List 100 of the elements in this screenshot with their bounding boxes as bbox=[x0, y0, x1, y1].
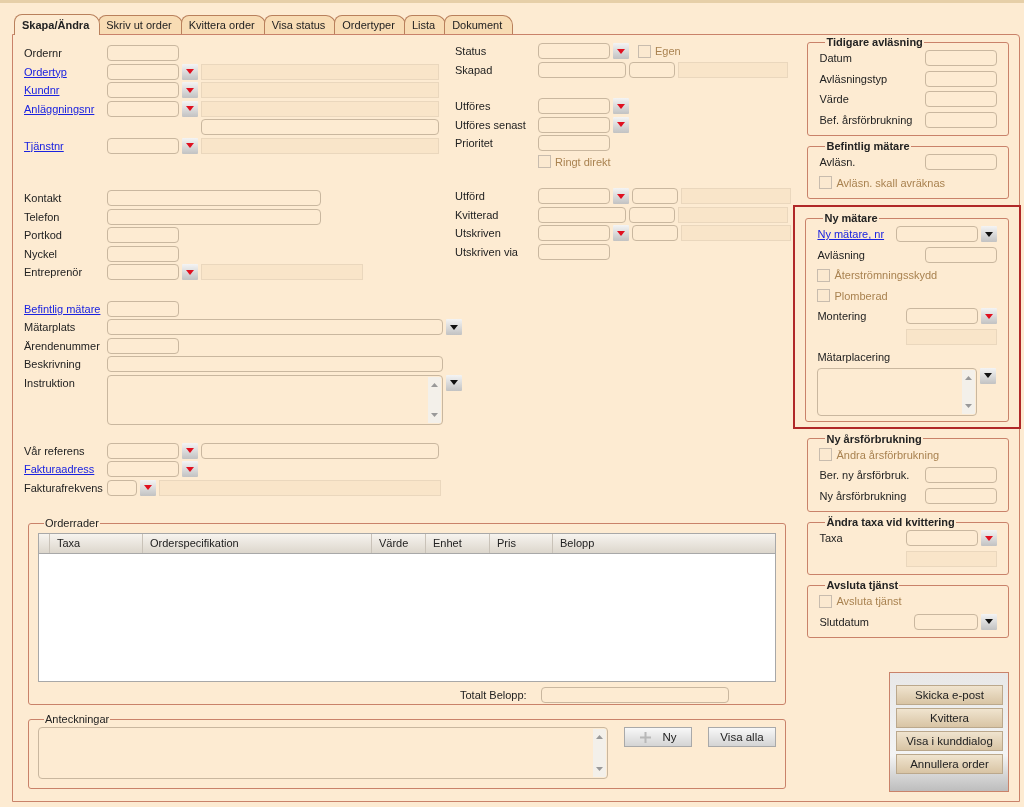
dropdown-button[interactable] bbox=[446, 319, 462, 335]
text-field[interactable] bbox=[896, 226, 978, 243]
checkbox[interactable] bbox=[638, 44, 651, 58]
scroll-down-icon[interactable] bbox=[431, 412, 438, 417]
text-field[interactable] bbox=[538, 243, 610, 260]
tab[interactable]: Kvittera order bbox=[180, 15, 266, 34]
text-field[interactable] bbox=[629, 206, 675, 223]
text-field[interactable] bbox=[107, 227, 179, 243]
text-field[interactable] bbox=[632, 225, 678, 241]
tab[interactable]: Skriv ut order bbox=[98, 15, 183, 34]
text-field[interactable] bbox=[538, 61, 626, 78]
show-all-button[interactable]: Visa alla bbox=[708, 727, 776, 747]
field-link[interactable]: Ordertyp bbox=[24, 63, 107, 80]
field-link[interactable]: Kundnr bbox=[24, 82, 107, 98]
column-header[interactable]: Pris bbox=[490, 534, 553, 553]
new-button[interactable]: Ny bbox=[624, 727, 692, 747]
column-header[interactable]: Belopp bbox=[553, 534, 775, 553]
text-field[interactable] bbox=[538, 206, 626, 223]
field-label: Utskriven bbox=[455, 226, 502, 241]
text-field[interactable] bbox=[906, 530, 978, 547]
text-field[interactable] bbox=[925, 70, 997, 87]
text-field[interactable] bbox=[107, 461, 179, 477]
text-field[interactable] bbox=[538, 188, 610, 204]
text-field[interactable] bbox=[107, 82, 179, 98]
text-field[interactable] bbox=[107, 442, 179, 459]
text-field[interactable] bbox=[107, 479, 137, 496]
column-header[interactable]: Taxa bbox=[50, 534, 143, 553]
tab[interactable]: Skapa/Ändra bbox=[14, 14, 101, 35]
text-field[interactable] bbox=[538, 116, 610, 133]
text-field[interactable] bbox=[538, 225, 610, 241]
text-field[interactable] bbox=[107, 245, 179, 262]
text-field[interactable] bbox=[538, 43, 610, 59]
column-header[interactable]: Värde bbox=[372, 534, 426, 553]
scroll-up-icon[interactable] bbox=[431, 382, 438, 387]
field-link[interactable]: Tjänstnr bbox=[24, 137, 107, 154]
tab[interactable]: Ordertyper bbox=[334, 15, 406, 34]
text-field[interactable] bbox=[925, 91, 997, 108]
text-field[interactable] bbox=[107, 264, 179, 280]
checkbox[interactable] bbox=[817, 268, 831, 282]
text-field[interactable] bbox=[914, 613, 978, 630]
caret-icon bbox=[985, 619, 993, 625]
tab[interactable]: Lista bbox=[403, 15, 447, 34]
field-label: Utförd bbox=[455, 189, 486, 204]
column-header[interactable]: Enhet bbox=[426, 534, 490, 553]
text-field[interactable] bbox=[201, 442, 439, 459]
dropdown-button[interactable] bbox=[446, 374, 462, 391]
checkbox[interactable] bbox=[819, 176, 833, 190]
text-field[interactable] bbox=[538, 135, 610, 151]
field-link[interactable]: Anläggningsnr bbox=[24, 100, 107, 117]
group-title: Ny årsförbrukning bbox=[825, 432, 923, 445]
text-field[interactable] bbox=[538, 98, 610, 114]
dropdown-button[interactable] bbox=[981, 613, 997, 630]
text-field[interactable] bbox=[107, 137, 179, 154]
text-field[interactable] bbox=[107, 319, 443, 335]
field-label: Kvitterad bbox=[455, 207, 500, 223]
scroll-down-icon[interactable] bbox=[596, 767, 603, 771]
text-field[interactable] bbox=[925, 111, 997, 128]
column-header[interactable]: Orderspecifikation bbox=[143, 534, 372, 553]
checkbox[interactable] bbox=[817, 289, 831, 303]
action-button[interactable]: Kvittera bbox=[896, 708, 1003, 728]
text-field[interactable] bbox=[107, 208, 321, 225]
checkbox[interactable] bbox=[819, 448, 833, 462]
text-field[interactable] bbox=[632, 188, 678, 204]
tab[interactable]: Dokument bbox=[444, 15, 514, 34]
caret-icon bbox=[985, 535, 993, 541]
tab[interactable]: Visa status bbox=[263, 15, 337, 34]
total-field[interactable] bbox=[540, 687, 729, 703]
caret-icon bbox=[144, 485, 152, 490]
text-field[interactable] bbox=[925, 50, 997, 67]
notes-area[interactable] bbox=[38, 727, 608, 779]
field-link[interactable]: Fakturaadress bbox=[24, 461, 107, 477]
text-field[interactable] bbox=[107, 63, 179, 80]
action-button[interactable]: Visa i kunddialog bbox=[896, 731, 1003, 751]
scroll-up-icon[interactable] bbox=[965, 375, 973, 380]
checkbox-label: Återströmningsskydd bbox=[834, 269, 938, 282]
text-field[interactable] bbox=[906, 308, 978, 325]
text-field[interactable] bbox=[629, 61, 675, 78]
action-button[interactable]: Skicka e-post bbox=[896, 685, 1003, 705]
action-button[interactable]: Annullera order bbox=[896, 754, 1003, 774]
text-field[interactable] bbox=[107, 190, 321, 206]
checkbox[interactable] bbox=[538, 155, 551, 168]
text-field[interactable] bbox=[925, 467, 997, 484]
dropdown-button[interactable] bbox=[981, 226, 997, 243]
text-field[interactable] bbox=[201, 119, 439, 135]
caret-icon bbox=[985, 231, 993, 237]
text-field[interactable] bbox=[107, 356, 443, 372]
checkbox[interactable] bbox=[819, 594, 833, 608]
text-field[interactable] bbox=[925, 487, 997, 504]
text-field[interactable] bbox=[107, 45, 179, 61]
caret-icon bbox=[186, 87, 194, 93]
scroll-down-icon[interactable] bbox=[965, 403, 973, 408]
dropdown-button[interactable] bbox=[980, 367, 997, 384]
text-field[interactable] bbox=[107, 337, 179, 354]
field-link[interactable]: Befintlig mätare bbox=[24, 300, 107, 317]
text-field[interactable] bbox=[925, 154, 997, 171]
field-link[interactable]: Ny mätare, nr bbox=[817, 226, 885, 243]
text-field[interactable] bbox=[925, 246, 997, 263]
text-field[interactable] bbox=[107, 300, 179, 317]
text-field[interactable] bbox=[107, 100, 179, 117]
scroll-up-icon[interactable] bbox=[596, 735, 603, 739]
